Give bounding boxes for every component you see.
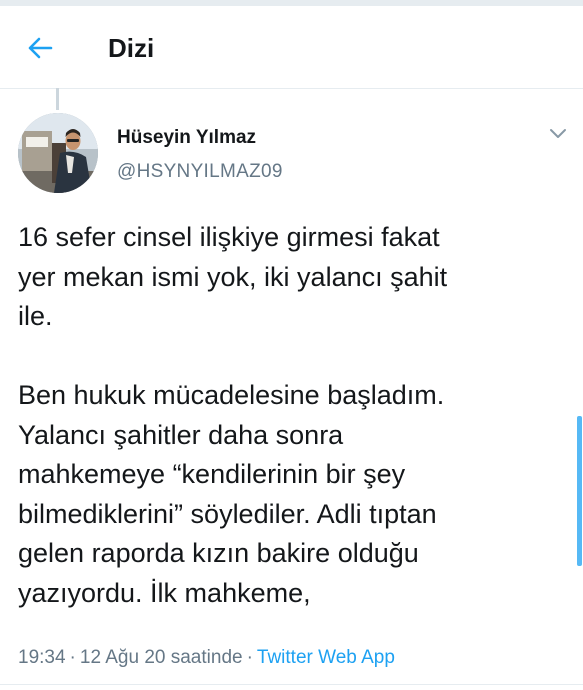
tweet-date: 12 Ağu 20 saatinde [79,647,243,668]
thread-connector-line [56,88,59,110]
tweet-time: 19:34 [18,647,66,668]
tweet-detail-screen: Dizi Hüseyin Yılmaz @HSYNYILMAZ09 16 sef… [0,0,583,690]
tweet-options-button[interactable] [544,124,572,148]
chevron-down-icon [549,127,567,145]
scrollbar[interactable] [577,416,582,566]
app-header: Dizi [0,6,583,89]
page-title: Dizi [108,33,155,63]
tweet-text: 16 sefer cinsel ilişkiye girmesi fakat y… [18,222,448,608]
avatar[interactable] [18,113,98,193]
tweet-source-link[interactable]: Twitter Web App [257,647,395,668]
arrow-left-icon [27,37,53,64]
back-button[interactable] [18,28,62,72]
tweet-meta: 19:34 · 12 Ağu 20 saatinde · Twitter Web App [18,646,395,670]
author-name[interactable]: Hüseyin Yılmaz [117,127,256,149]
divider [0,684,583,685]
meta-separator: · [69,647,76,668]
meta-separator: · [246,647,253,668]
avatar-photo [18,113,98,193]
author-handle[interactable]: @HSYNYILMAZ09 [117,161,283,183]
